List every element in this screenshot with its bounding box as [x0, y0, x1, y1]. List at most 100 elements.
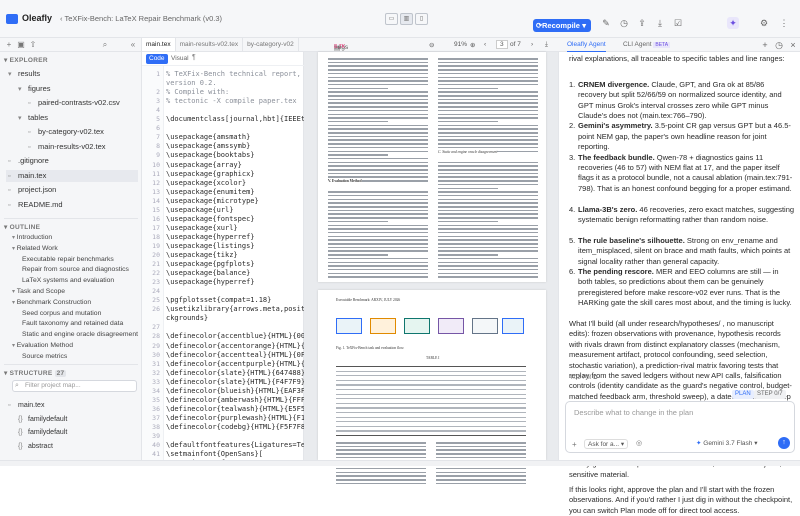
code-line[interactable]: % Compile with: — [166, 88, 229, 96]
tab-by-category-v02[interactable]: by-category-v02 — [243, 38, 299, 51]
outline-item[interactable]: Static and engine oracle disagreement — [22, 331, 138, 338]
outline-heading[interactable]: ▾ OUTLINE — [4, 218, 138, 231]
code-line[interactable]: \usepackage{amsmath} — [166, 133, 250, 141]
search-icon[interactable]: ⌕ — [100, 40, 110, 50]
outline-item[interactable]: ▾ Task and Scope — [12, 288, 65, 295]
copy-icon[interactable]: ⧉ — [593, 375, 597, 381]
structure-item[interactable]: {} abstract — [18, 443, 53, 450]
code-line[interactable]: \definecolor{slate}{HTML}{647488} — [166, 369, 305, 377]
pdf-page-3[interactable]: V. Evaluation Method C. Static and engine… — [318, 52, 546, 282]
outline-item[interactable]: Fault taxonomy and retained data — [22, 320, 123, 327]
file-tree-item[interactable]: ▫ project.json — [6, 184, 138, 196]
page-input[interactable]: 3 — [496, 40, 508, 49]
explorer-heading[interactable]: ▾ EXPLORER — [4, 56, 48, 64]
tab-oleafly-agent[interactable]: Oleafly Agent — [567, 38, 606, 52]
file-tree-item[interactable]: ▫ by-category-v02.tex — [26, 126, 138, 138]
structure-heading[interactable]: ▾ STRUCTURE 27 — [4, 364, 138, 377]
code-line[interactable]: \definecolor{codebg}{HTML}{F5F7F8} — [166, 423, 309, 431]
file-tree-item[interactable]: ▾ results — [6, 68, 138, 80]
code-line[interactable]: \defaultfontfeatures{Ligatures=TeX} — [166, 441, 314, 449]
share-icon[interactable]: ⇪ — [636, 17, 648, 29]
code-line[interactable]: \definecolor{tealwash}{HTML}{E5F5F0} — [166, 405, 318, 413]
code-line[interactable]: \usepackage{xcolor} — [166, 179, 246, 187]
code-line[interactable]: \usepackage{graphicx} — [166, 170, 255, 178]
prev-page-icon[interactable]: ‹ — [484, 41, 486, 48]
file-tree-item[interactable]: ▫ paired-contrasts-v02.csv — [26, 97, 138, 109]
code-line[interactable]: \usepackage{booktabs} — [166, 151, 255, 159]
new-folder-icon[interactable]: ▣ — [16, 40, 26, 50]
model-select[interactable]: ✦ Gemini 3.7 Flash ▾ — [696, 439, 757, 447]
outline-item[interactable]: Seed corpus and mutation — [22, 310, 101, 317]
tab-main-tex[interactable]: main.tex — [142, 38, 176, 51]
toggle-plan-icon[interactable]: ◎ — [636, 439, 642, 447]
project-breadcrumb[interactable]: ‹ TeXFix-Bench: LaTeX Repair Benchmark (… — [60, 14, 222, 23]
code-line[interactable]: version 0.2. — [166, 79, 217, 87]
new-file-icon[interactable]: + — [4, 40, 14, 50]
code-line[interactable]: \definecolor{amberwash}{HTML}{FFF1DB} — [166, 396, 322, 404]
code-line[interactable]: \usepackage{fontspec} — [166, 215, 255, 223]
code-line[interactable]: \definecolor{blueish}{HTML}{EAF3F8} — [166, 387, 314, 395]
zoom-out-icon[interactable]: ⊖ — [429, 41, 434, 49]
code-line[interactable]: \usepackage{array} — [166, 161, 242, 169]
new-chat-icon[interactable]: + — [759, 39, 771, 51]
code-mode-button[interactable]: Code — [146, 54, 168, 64]
code-line[interactable]: \definecolor{accentteal}{HTML}{0F766E} — [166, 351, 326, 359]
settings-icon[interactable]: ⚙ — [758, 17, 770, 29]
download-icon[interactable]: ⤓ — [654, 17, 666, 29]
code-line[interactable]: \documentclass[journal,hbt]{IEEEtran} — [166, 115, 322, 123]
code-line[interactable]: \definecolor{purplewash}{HTML}{F1EBF8} — [166, 414, 326, 422]
history-icon[interactable]: ◷ — [618, 17, 630, 29]
code-line[interactable]: \usepackage{url} — [166, 206, 233, 214]
file-tree-item[interactable]: ▫ README.md — [6, 199, 138, 211]
filter-project-input[interactable]: Filter project map... — [12, 380, 137, 392]
outline-item[interactable]: LaTeX systems and evaluation — [22, 277, 114, 284]
code-line[interactable]: % tectonic -X compile paper.tex — [166, 97, 297, 105]
format-icon[interactable]: ¶ — [192, 54, 196, 61]
tab-cli-agent[interactable]: CLI Agent BETA — [623, 38, 671, 52]
file-tree-item[interactable]: ▾ tables — [16, 112, 138, 124]
file-tree-item[interactable]: ▫ main.tex — [6, 169, 138, 182]
code-line[interactable]: \usepackage{hyperref} — [166, 233, 255, 241]
tab-main-results-v02-tex[interactable]: main-results-v02.tex — [176, 38, 244, 51]
code-line[interactable]: \usepackage{balance} — [166, 269, 250, 277]
visual-mode-button[interactable]: Visual — [168, 54, 192, 64]
code-line[interactable]: \usepackage{enumitem} — [166, 188, 255, 196]
review-icon[interactable]: ☑ — [672, 17, 684, 29]
structure-item[interactable]: {} familydefault — [18, 416, 67, 423]
code-line[interactable]: \pgfplotsset{compat=1.18} — [166, 296, 271, 304]
collapse-icon[interactable]: « — [128, 40, 138, 50]
code-line[interactable]: ckgrounds} — [166, 314, 208, 322]
zoom-level[interactable]: 91% — [454, 41, 467, 48]
outline-item[interactable]: Executable repair benchmarks — [22, 256, 114, 263]
outline-item[interactable]: ▾ Introduction — [12, 234, 52, 241]
layout-split-icon[interactable]: ▥ — [400, 13, 413, 25]
outline-item[interactable]: ▾ Related Work — [12, 245, 58, 252]
download-pdf-icon[interactable]: ⤓ — [545, 41, 548, 49]
outline-item[interactable]: ▾ Benchmark Construction — [12, 299, 91, 306]
code-line[interactable]: \usepackage{listings} — [166, 242, 255, 250]
send-button[interactable]: ↑ — [778, 437, 790, 449]
code-line[interactable]: \setmainfont{OpenSans}[ — [166, 450, 263, 458]
code-line[interactable]: \usepackage{xurl} — [166, 224, 238, 232]
close-panel-icon[interactable]: × — [787, 39, 799, 51]
code-line[interactable]: \usepackage{amssymb} — [166, 142, 250, 150]
next-page-icon[interactable]: › — [531, 41, 533, 48]
code-line[interactable]: \definecolor{accentblue}{HTML}{0069DC} — [166, 332, 326, 340]
attach-icon[interactable]: + — [572, 440, 577, 449]
comment-icon[interactable]: ✎ — [600, 17, 612, 29]
code-line[interactable]: \usepackage{microtype} — [166, 197, 259, 205]
outline-item[interactable]: Repair from source and diagnostics — [22, 266, 129, 273]
file-tree-item[interactable]: ▾ figures — [16, 83, 138, 95]
recompile-button[interactable]: ⟳ Recompile ▾ — [533, 19, 591, 32]
ask-mode-select[interactable]: Ask for a... ▾ — [584, 439, 629, 449]
more-icon[interactable]: ⋮ — [778, 17, 790, 29]
structure-item[interactable]: ▫ main.tex — [8, 402, 44, 409]
zoom-in-icon[interactable]: ⊕ — [470, 41, 475, 49]
pdf-page-4[interactable]: Executable Benchmark: ARXIV, JULY 2026 F… — [318, 290, 546, 485]
code-line[interactable]: \usepackage{pgfplots} — [166, 260, 255, 268]
composer-input[interactable]: Describe what to change in the plan — [574, 408, 693, 417]
structure-item[interactable]: {} familydefault — [18, 429, 67, 436]
agent-toggle-icon[interactable]: ✦ — [727, 17, 739, 29]
chat-history-icon[interactable]: ◷ — [773, 39, 785, 51]
code-line[interactable]: \definecolor{slate}{HTML}{F4F7F9} — [166, 378, 305, 386]
